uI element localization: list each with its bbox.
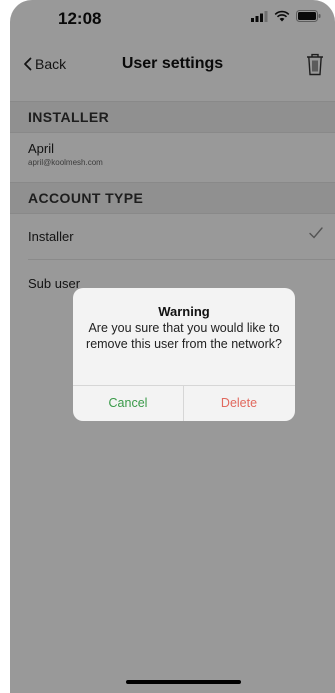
dialog-message: Are you sure that you would like to remo…: [86, 321, 282, 351]
cancel-button[interactable]: Cancel: [73, 386, 183, 421]
warning-dialog: Warning Are you sure that you would like…: [73, 288, 295, 421]
delete-button[interactable]: Delete: [184, 386, 294, 421]
dialog-title: Warning: [158, 304, 210, 319]
home-indicator[interactable]: [126, 680, 241, 684]
phone-screen: 12:08 Back User settings INSTALLER April…: [10, 0, 335, 693]
